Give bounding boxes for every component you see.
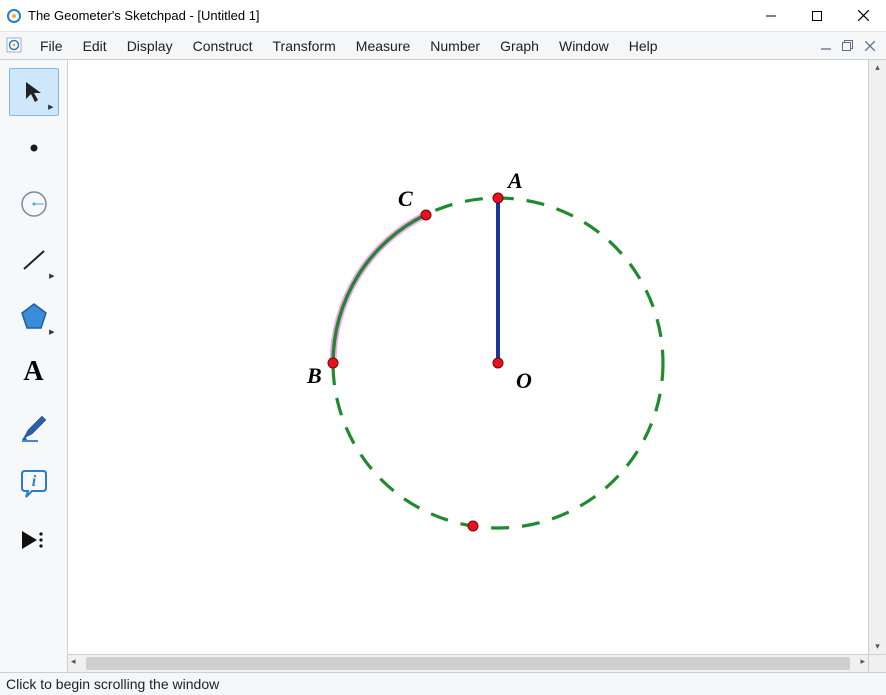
app-icon xyxy=(6,8,22,24)
submenu-indicator-icon: ▶ xyxy=(49,328,54,336)
toolbox: ▶ ▶ ▶ A i xyxy=(0,60,68,672)
geometry-svg xyxy=(68,60,868,654)
svg-text:i: i xyxy=(31,473,36,490)
label-b[interactable]: B xyxy=(307,363,322,389)
label-o[interactable]: O xyxy=(516,368,532,394)
point-o[interactable] xyxy=(493,358,504,369)
point-b[interactable] xyxy=(328,358,339,369)
point-a[interactable] xyxy=(493,193,504,204)
workspace: ▶ ▶ ▶ A i xyxy=(0,60,886,672)
vertical-scrollbar[interactable]: ▴ ▾ xyxy=(868,60,886,654)
canvas-wrap: A C B O ▴ ▾ ◂ ▸ xyxy=(68,60,886,672)
label-c[interactable]: C xyxy=(398,186,413,212)
submenu-indicator-icon: ▶ xyxy=(49,272,54,280)
menubar: File Edit Display Construct Transform Me… xyxy=(0,32,886,60)
tool-info[interactable]: i xyxy=(9,460,59,508)
arc-bc-selection xyxy=(333,215,426,363)
maximize-button[interactable] xyxy=(794,0,840,32)
horizontal-scrollbar-row: ◂ ▸ xyxy=(68,654,886,672)
tool-marker[interactable] xyxy=(9,404,59,452)
scroll-right-icon[interactable]: ▸ xyxy=(860,656,865,667)
tool-arrow[interactable]: ▶ xyxy=(9,68,59,116)
doc-icon xyxy=(6,37,24,55)
menu-display[interactable]: Display xyxy=(117,35,183,57)
horizontal-scrollbar[interactable]: ◂ ▸ xyxy=(68,655,868,672)
scroll-down-icon[interactable]: ▾ xyxy=(869,641,886,652)
tool-segment[interactable]: ▶ xyxy=(9,236,59,284)
menu-transform[interactable]: Transform xyxy=(263,35,346,57)
scroll-left-icon[interactable]: ◂ xyxy=(71,656,76,667)
close-button[interactable] xyxy=(840,0,886,32)
menu-help[interactable]: Help xyxy=(619,35,668,57)
titlebar: The Geometer's Sketchpad - [Untitled 1] xyxy=(0,0,886,32)
window-title: The Geometer's Sketchpad - [Untitled 1] xyxy=(28,8,748,23)
tool-point[interactable] xyxy=(9,124,59,172)
tool-polygon[interactable]: ▶ xyxy=(9,292,59,340)
menu-measure[interactable]: Measure xyxy=(346,35,420,57)
sketch-canvas[interactable]: A C B O xyxy=(68,60,868,654)
menu-file[interactable]: File xyxy=(30,35,73,57)
mdi-close-button[interactable] xyxy=(860,37,880,55)
scroll-corner xyxy=(868,655,886,672)
statusbar: Click to begin scrolling the window xyxy=(0,672,886,695)
tool-custom[interactable] xyxy=(9,516,59,564)
menu-number[interactable]: Number xyxy=(420,35,490,57)
label-a[interactable]: A xyxy=(508,168,523,194)
menu-window[interactable]: Window xyxy=(549,35,619,57)
hscroll-thumb[interactable] xyxy=(86,657,850,670)
tool-circle[interactable] xyxy=(9,180,59,228)
menu-graph[interactable]: Graph xyxy=(490,35,549,57)
point-bottom[interactable] xyxy=(468,521,479,532)
mdi-minimize-button[interactable] xyxy=(816,37,836,55)
minimize-button[interactable] xyxy=(748,0,794,32)
canvas-area: A C B O ▴ ▾ xyxy=(68,60,886,654)
submenu-indicator-icon: ▶ xyxy=(48,103,53,111)
menu-construct[interactable]: Construct xyxy=(183,35,263,57)
point-c[interactable] xyxy=(421,210,432,221)
mdi-restore-button[interactable] xyxy=(838,37,858,55)
tool-text[interactable]: A xyxy=(9,348,59,396)
status-text: Click to begin scrolling the window xyxy=(6,676,219,692)
window-buttons xyxy=(748,0,886,32)
scroll-up-icon[interactable]: ▴ xyxy=(869,62,886,73)
menu-edit[interactable]: Edit xyxy=(73,35,117,57)
